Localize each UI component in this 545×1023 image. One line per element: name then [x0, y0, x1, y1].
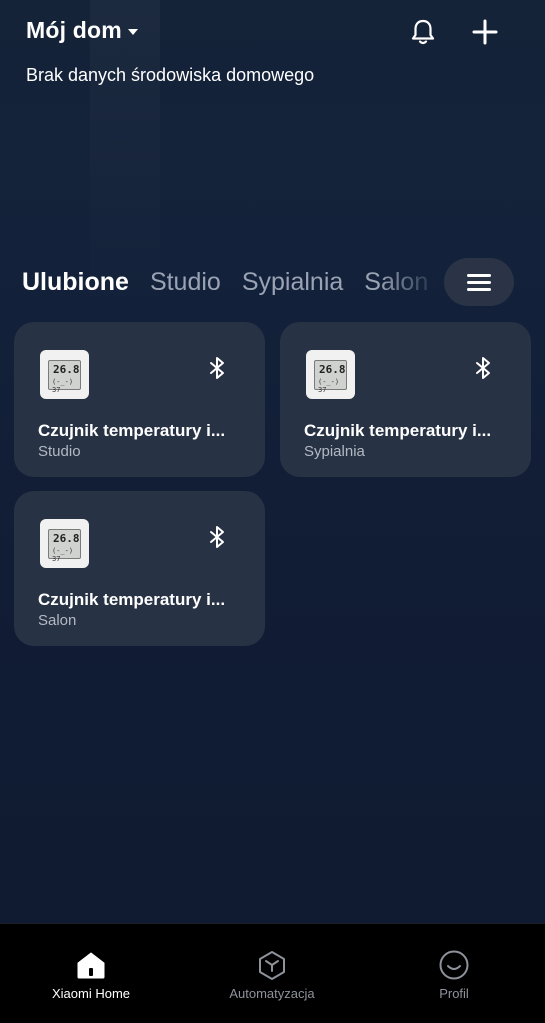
device-room: Studio — [38, 443, 81, 460]
profile-icon — [439, 950, 469, 980]
tab-studio[interactable]: Studio — [150, 262, 221, 302]
lcd-temperature: 26.8 — [319, 362, 346, 376]
automation-icon — [259, 951, 285, 980]
bluetooth-icon — [476, 357, 490, 379]
room-menu-button[interactable] — [444, 258, 514, 306]
thermometer-device-icon: 26.8 (-_-) 37 — [40, 519, 89, 568]
nav-label: Automatyzacja — [229, 986, 315, 1001]
caret-down-icon — [127, 28, 138, 35]
thermometer-device-icon: 26.8 (-_-) 37 — [40, 350, 89, 399]
device-name: Czujnik temperatury i... — [38, 590, 226, 609]
home-title: Mój dom — [26, 17, 122, 43]
home-icon — [77, 952, 105, 979]
device-name: Czujnik temperatury i... — [304, 421, 492, 440]
bell-icon — [411, 19, 435, 45]
environment-status: Brak danych środowiska domowego — [26, 65, 315, 85]
home-selector[interactable]: Mój dom — [26, 17, 138, 44]
menu-icon — [467, 270, 491, 295]
tab-salon[interactable]: Salon — [364, 262, 428, 302]
lcd-display: 26.8 (-_-) 37 — [314, 359, 347, 394]
tab-sypialnia[interactable]: Sypialnia — [242, 262, 343, 302]
nav-automatyzacja[interactable]: Automatyzacja — [192, 924, 352, 1023]
lcd-temperature: 26.8 — [53, 531, 80, 545]
lcd-humidity: (-_-) 37 — [52, 546, 74, 563]
device-card[interactable]: 26.8 (-_-) 37 Czujnik temperatury i... S… — [14, 491, 265, 646]
device-card[interactable]: 26.8 (-_-) 37 Czujnik temperatury i... S… — [280, 322, 531, 477]
room-tabs: Ulubione Studio Sypialnia Salon — [22, 262, 442, 306]
tab-ulubione[interactable]: Ulubione — [22, 262, 129, 302]
plus-icon — [472, 19, 498, 45]
device-name: Czujnik temperatury i... — [38, 421, 226, 440]
device-room: Sypialnia — [304, 443, 365, 460]
nav-label: Profil — [439, 986, 469, 1001]
nav-xiaomi-home[interactable]: Xiaomi Home — [11, 924, 171, 1023]
nav-label: Xiaomi Home — [51, 986, 131, 1001]
lcd-humidity: (-_-) 37 — [52, 377, 74, 394]
lcd-display: 26.8 (-_-) 37 — [48, 528, 81, 563]
lcd-temperature: 26.8 — [53, 362, 80, 376]
lcd-humidity: (-_-) 37 — [318, 377, 340, 394]
lcd-display: 26.8 (-_-) 37 — [48, 359, 81, 394]
add-device-button[interactable] — [467, 14, 503, 50]
device-card[interactable]: 26.8 (-_-) 37 Czujnik temperatury i... S… — [14, 322, 265, 477]
thermometer-device-icon: 26.8 (-_-) 37 — [306, 350, 355, 399]
device-room: Salon — [38, 612, 77, 629]
notifications-button[interactable] — [405, 14, 441, 50]
home-screen: Mój dom Brak danych środowiska domowego … — [0, 0, 545, 1023]
bluetooth-icon — [210, 526, 224, 548]
bluetooth-icon — [210, 357, 224, 379]
nav-profil[interactable]: Profil — [374, 924, 534, 1023]
bottom-navigation: Xiaomi Home Automatyzacja Profil — [0, 923, 545, 1023]
